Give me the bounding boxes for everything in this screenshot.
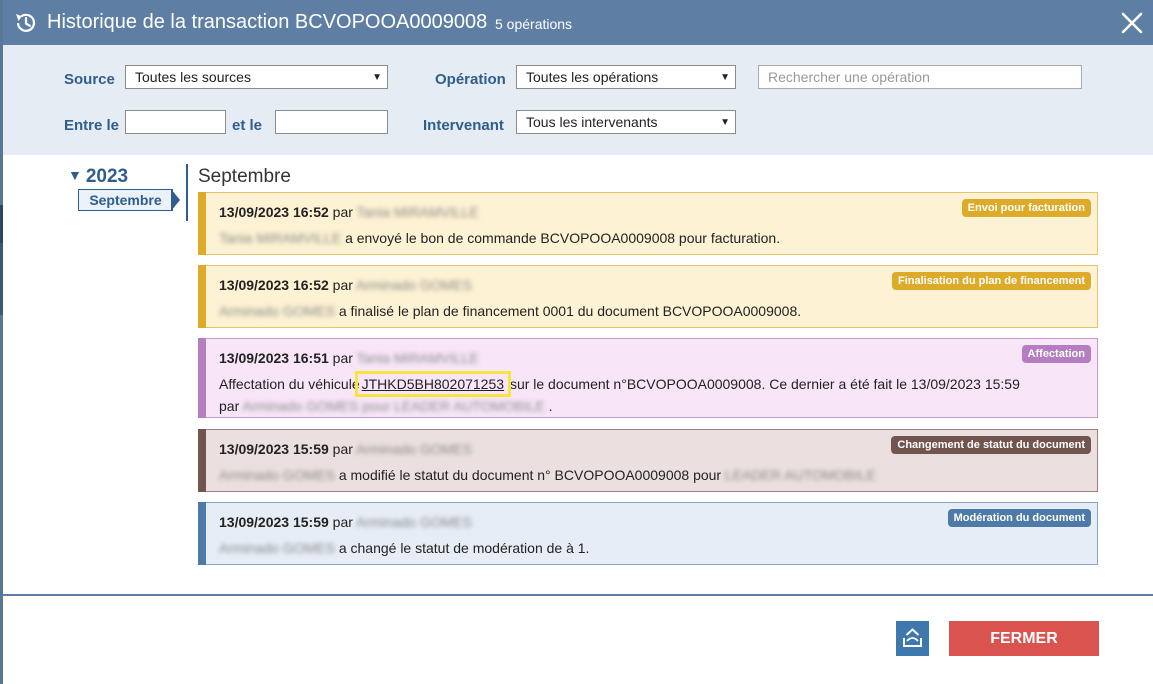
operation-text-before: Affectation du véhicule xyxy=(219,376,360,392)
card-accent-bar xyxy=(198,265,206,328)
actor-select[interactable]: Tous les intervenants ▼ xyxy=(516,110,736,134)
history-icon xyxy=(16,13,36,32)
operation-text: a changé le statut de modération de à 1. xyxy=(338,540,590,556)
actor-label: Intervenant xyxy=(423,117,504,134)
par-label: par xyxy=(219,398,240,414)
operation-badge: Affectation xyxy=(1021,345,1091,363)
month-tab-label: Septembre xyxy=(78,189,173,211)
actor-select-value: Tous les intervenants xyxy=(526,114,658,130)
footer-divider xyxy=(3,594,1153,596)
actor-name: Tania MIRAMVILLE xyxy=(356,350,479,366)
par-label: par xyxy=(332,277,353,293)
year-toggle[interactable]: ▼ 2023 xyxy=(68,166,128,188)
operation-card: 13/09/2023 16:51 par Tania MIRAMVILLE Af… xyxy=(198,338,1098,418)
source-select[interactable]: Toutes les sources ▼ xyxy=(125,65,388,89)
operation-card: 13/09/2023 15:59 par Arminado GOMES Armi… xyxy=(198,502,1098,565)
timeline-divider xyxy=(186,164,188,221)
search-placeholder: Rechercher une opération xyxy=(768,69,930,85)
export-button[interactable] xyxy=(896,621,929,656)
operation-badge: Envoi pour facturation xyxy=(961,199,1091,217)
operation-card: 13/09/2023 16:52 par Tania MIRAMVILLE Ta… xyxy=(198,192,1098,255)
body-actor-name: Arminado GOMES pour LEADER AUTOMOBILE xyxy=(242,398,545,414)
body-actor-name: Arminado GOMES xyxy=(219,303,335,319)
dialog-title: Historique de la transaction BCVOPOOA000… xyxy=(47,11,488,33)
par-label: par xyxy=(332,441,353,457)
operation-card: 13/09/2023 15:59 par Arminado GOMES Armi… xyxy=(198,429,1098,492)
operation-text: a modifié le statut du document n° BCVOP… xyxy=(338,467,722,483)
card-accent-bar xyxy=(198,192,206,255)
card-header: 13/09/2023 15:59 par Arminado GOMES xyxy=(219,514,472,530)
filter-panel: Source Toutes les sources ▼ Opération To… xyxy=(3,45,1153,155)
body-actor-name: Tania MIRAMVILLE xyxy=(219,230,342,246)
card-body: Affectation du véhicule JTHKD5BH802071253… xyxy=(219,371,1079,417)
chevron-down-icon: ▼ xyxy=(372,72,382,83)
card-accent-bar xyxy=(198,338,206,418)
card-body: Arminado GOMES a changé le statut de mod… xyxy=(219,537,1079,559)
between-label: Entre le xyxy=(64,117,120,134)
par-label: par xyxy=(332,350,353,366)
card-body: Arminado GOMES a finalisé le plan de fin… xyxy=(219,300,1079,322)
operation-label: Opération xyxy=(435,71,506,88)
operation-text-after: sur le document n°BCVOPOOA0009008. Ce de… xyxy=(509,376,1020,392)
operation-datetime: 13/09/2023 15:59 xyxy=(219,441,329,457)
body-actor-name: Arminado GOMES xyxy=(219,467,335,483)
operation-text: a finalisé le plan de financement 0001 d… xyxy=(338,303,802,319)
chevron-down-icon: ▼ xyxy=(720,72,730,83)
operation-datetime: 13/09/2023 16:51 xyxy=(219,350,329,366)
operation-card: 13/09/2023 16:52 par Arminado GOMES Armi… xyxy=(198,265,1098,328)
vehicle-vin-link[interactable]: JTHKD5BH802071253 xyxy=(354,371,512,397)
actor-name: Tania MIRAMVILLE xyxy=(356,204,479,220)
close-icon[interactable] xyxy=(1119,10,1145,36)
card-header: 13/09/2023 15:59 par Arminado GOMES xyxy=(219,441,472,457)
month-tab-septembre[interactable]: Septembre xyxy=(78,189,181,211)
source-select-value: Toutes les sources xyxy=(135,69,251,85)
body-actor-name: Arminado GOMES xyxy=(219,540,335,556)
card-header: 13/09/2023 16:51 par Tania MIRAMVILLE xyxy=(219,350,479,366)
close-dialog-button[interactable]: FERMER xyxy=(949,621,1099,656)
background-block xyxy=(0,205,3,243)
background-block xyxy=(0,243,3,315)
and-label: et le xyxy=(232,117,263,134)
end-date-input[interactable] xyxy=(275,110,388,134)
start-date-input[interactable] xyxy=(125,110,226,134)
operation-datetime: 13/09/2023 16:52 xyxy=(219,277,329,293)
dealer-name: LEADER AUTOMOBILE xyxy=(724,467,876,483)
operation-datetime: 13/09/2023 15:59 xyxy=(219,514,329,530)
operation-count: 5 opérations xyxy=(495,16,573,32)
card-body: Arminado GOMES a modifié le statut du do… xyxy=(219,464,1079,486)
source-label: Source xyxy=(64,71,115,88)
operation-badge: Changement de statut du document xyxy=(891,436,1091,454)
card-accent-bar xyxy=(198,429,206,492)
operation-badge: Finalisation du plan de financement xyxy=(891,272,1091,290)
export-icon xyxy=(903,628,922,647)
dialog-titlebar: Historique de la transaction BCVOPOOA000… xyxy=(3,0,1153,45)
operation-datetime: 13/09/2023 16:52 xyxy=(219,204,329,220)
operation-select[interactable]: Toutes les opérations ▼ xyxy=(516,65,736,89)
caret-down-icon: ▼ xyxy=(68,167,82,183)
year-label: 2023 xyxy=(85,166,129,187)
par-label: par xyxy=(332,204,353,220)
operation-badge: Modération du document xyxy=(947,509,1091,527)
operation-text: a envoyé le bon de commande BCVOPOOA0009… xyxy=(345,230,781,246)
month-title: Septembre xyxy=(198,166,291,187)
card-body: Tania MIRAMVILLE a envoyé le bon de comm… xyxy=(219,227,1079,249)
actor-name: Arminado GOMES xyxy=(356,441,472,457)
operation-select-value: Toutes les opérations xyxy=(526,69,659,85)
card-accent-bar xyxy=(198,502,206,565)
chevron-down-icon: ▼ xyxy=(720,117,730,128)
actor-name: Arminado GOMES xyxy=(356,277,472,293)
sentence-end: . xyxy=(548,398,553,414)
month-tab-arrow xyxy=(171,189,180,211)
actor-name: Arminado GOMES xyxy=(356,514,472,530)
operation-search-input[interactable]: Rechercher une opération xyxy=(758,65,1082,89)
par-label: par xyxy=(332,514,353,530)
card-header: 13/09/2023 16:52 par Tania MIRAMVILLE xyxy=(219,204,479,220)
card-header: 13/09/2023 16:52 par Arminado GOMES xyxy=(219,277,472,293)
